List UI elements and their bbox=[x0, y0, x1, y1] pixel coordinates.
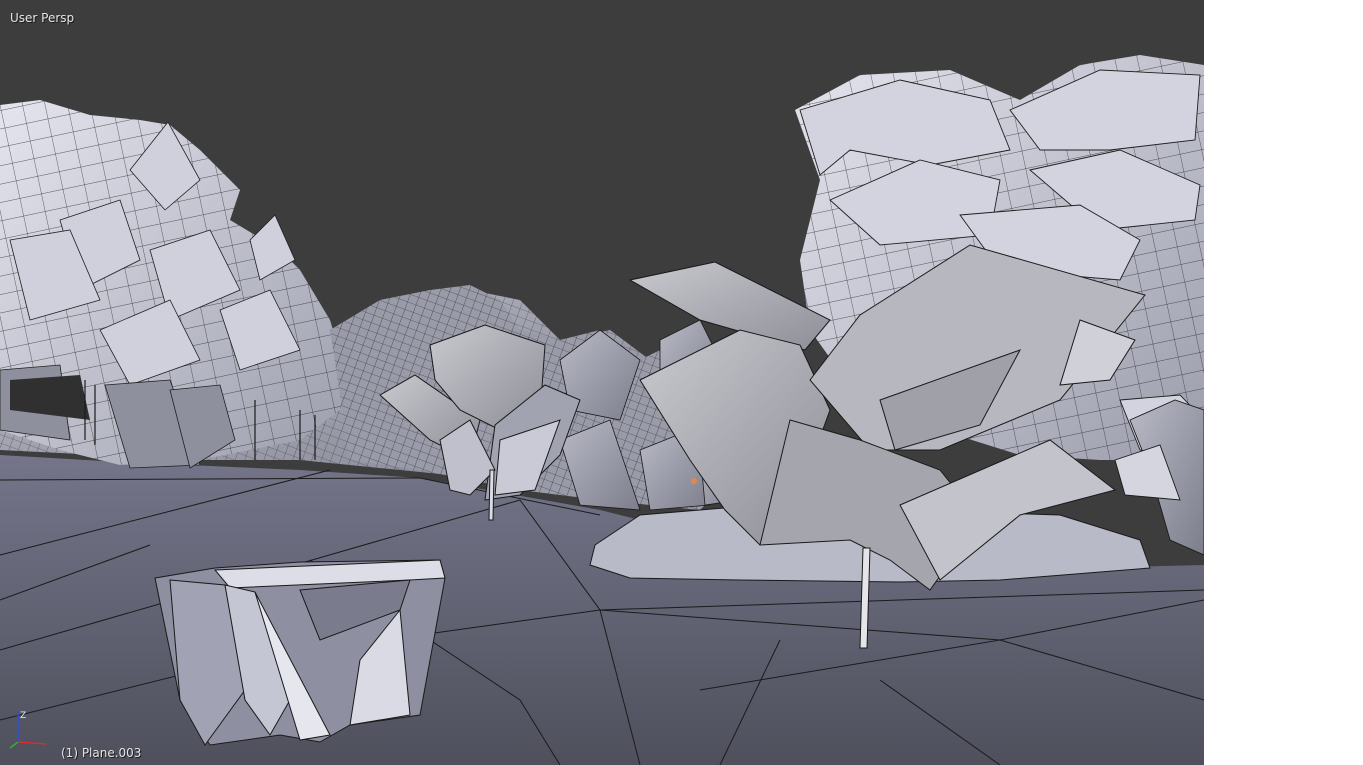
blank-area bbox=[1204, 0, 1363, 765]
axis-z-label: Z bbox=[20, 711, 26, 721]
axis-y-line bbox=[9, 741, 19, 749]
foreground-rock bbox=[154, 559, 446, 746]
3d-viewport[interactable]: User Persp Z (1) Plane.003 bbox=[0, 0, 1204, 765]
view-name-label: User Persp bbox=[10, 11, 75, 25]
active-object-label: (1) Plane.003 bbox=[61, 746, 142, 760]
axis-gizmo: Z bbox=[9, 711, 47, 749]
left-tree-cluster bbox=[0, 100, 345, 469]
scene-render bbox=[0, 55, 1204, 765]
axis-x-line bbox=[17, 741, 47, 745]
